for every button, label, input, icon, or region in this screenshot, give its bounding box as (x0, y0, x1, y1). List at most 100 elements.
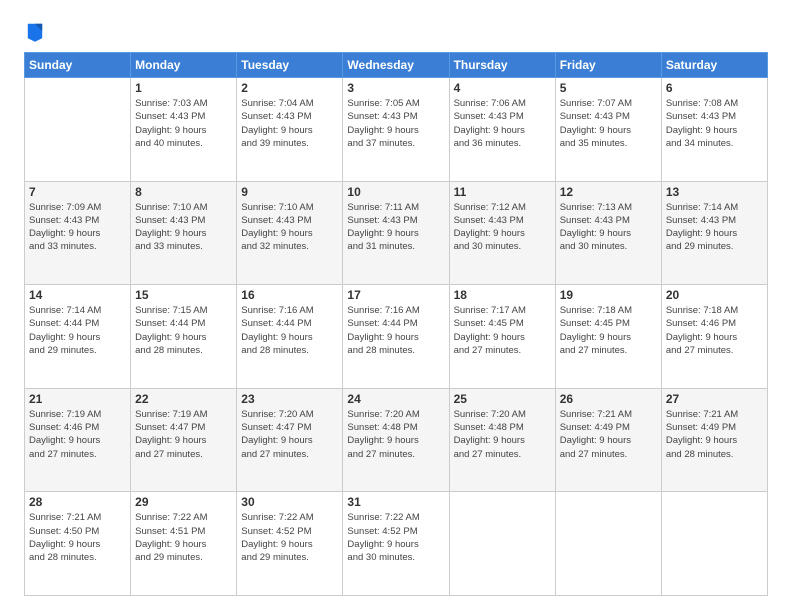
calendar-day-cell: 4 Sunrise: 7:06 AM Sunset: 4:43 PM Daylig… (449, 78, 555, 182)
calendar-day-cell: 17Sunrise: 7:16 AM Sunset: 4:44 PM Dayli… (343, 285, 449, 389)
day-info: Sunrise: 7:10 AM Sunset: 4:43 PM Dayligh… (241, 201, 338, 254)
day-number: 27 (666, 392, 763, 406)
day-info: Sunrise: 7:06 AM Sunset: 4:43 PM Dayligh… (454, 97, 551, 150)
calendar-day-header: Thursday (449, 53, 555, 78)
day-number: 16 (241, 288, 338, 302)
day-number: 31 (347, 495, 444, 509)
day-info: Sunrise: 7:18 AM Sunset: 4:45 PM Dayligh… (560, 304, 657, 357)
day-info: Sunrise: 7:14 AM Sunset: 4:43 PM Dayligh… (666, 201, 763, 254)
calendar-day-cell: 5 Sunrise: 7:07 AM Sunset: 4:43 PM Daylig… (555, 78, 661, 182)
day-info: Sunrise: 7:03 AM Sunset: 4:43 PM Dayligh… (135, 97, 232, 150)
calendar-day-header: Wednesday (343, 53, 449, 78)
calendar-day-cell: 22 Sunrise: 7:19 AM Sunset: 4:47 PM Dayli… (131, 388, 237, 492)
day-info: Sunrise: 7:21 AM Sunset: 4:49 PM Dayligh… (560, 408, 657, 461)
calendar-day-cell: 27 Sunrise: 7:21 AM Sunset: 4:49 PM Dayli… (661, 388, 767, 492)
calendar-table: SundayMondayTuesdayWednesdayThursdayFrid… (24, 52, 768, 596)
day-info: Sunrise: 7:07 AM Sunset: 4:43 PM Dayligh… (560, 97, 657, 150)
day-number: 10 (347, 185, 444, 199)
day-number: 28 (29, 495, 126, 509)
day-number: 7 (29, 185, 126, 199)
calendar-day-cell (661, 492, 767, 596)
calendar-day-cell: 12Sunrise: 7:13 AM Sunset: 4:43 PM Dayli… (555, 181, 661, 285)
day-info: Sunrise: 7:12 AM Sunset: 4:43 PM Dayligh… (454, 201, 551, 254)
calendar-day-cell: 9 Sunrise: 7:10 AM Sunset: 4:43 PM Daylig… (237, 181, 343, 285)
day-info: Sunrise: 7:19 AM Sunset: 4:47 PM Dayligh… (135, 408, 232, 461)
day-number: 11 (454, 185, 551, 199)
logo-icon (26, 20, 44, 42)
day-info: Sunrise: 7:10 AM Sunset: 4:43 PM Dayligh… (135, 201, 232, 254)
day-number: 23 (241, 392, 338, 406)
day-info: Sunrise: 7:19 AM Sunset: 4:46 PM Dayligh… (29, 408, 126, 461)
calendar-week-row: 21Sunrise: 7:19 AM Sunset: 4:46 PM Dayli… (25, 388, 768, 492)
calendar-week-row: 7 Sunrise: 7:09 AM Sunset: 4:43 PM Daylig… (25, 181, 768, 285)
calendar-day-cell: 25 Sunrise: 7:20 AM Sunset: 4:48 PM Dayli… (449, 388, 555, 492)
day-number: 14 (29, 288, 126, 302)
day-info: Sunrise: 7:05 AM Sunset: 4:43 PM Dayligh… (347, 97, 444, 150)
logo (24, 20, 48, 42)
day-number: 13 (666, 185, 763, 199)
calendar-day-cell: 15 Sunrise: 7:15 AM Sunset: 4:44 PM Dayli… (131, 285, 237, 389)
day-info: Sunrise: 7:17 AM Sunset: 4:45 PM Dayligh… (454, 304, 551, 357)
calendar-day-cell: 13 Sunrise: 7:14 AM Sunset: 4:43 PM Dayli… (661, 181, 767, 285)
day-info: Sunrise: 7:22 AM Sunset: 4:51 PM Dayligh… (135, 511, 232, 564)
day-info: Sunrise: 7:14 AM Sunset: 4:44 PM Dayligh… (29, 304, 126, 357)
calendar-day-cell: 24Sunrise: 7:20 AM Sunset: 4:48 PM Dayli… (343, 388, 449, 492)
day-info: Sunrise: 7:08 AM Sunset: 4:43 PM Dayligh… (666, 97, 763, 150)
calendar-day-cell: 7 Sunrise: 7:09 AM Sunset: 4:43 PM Daylig… (25, 181, 131, 285)
calendar-week-row: 1Sunrise: 7:03 AM Sunset: 4:43 PM Daylig… (25, 78, 768, 182)
day-number: 22 (135, 392, 232, 406)
day-number: 24 (347, 392, 444, 406)
header (24, 20, 768, 42)
calendar-day-header: Saturday (661, 53, 767, 78)
calendar-day-cell: 3 Sunrise: 7:05 AM Sunset: 4:43 PM Daylig… (343, 78, 449, 182)
day-number: 9 (241, 185, 338, 199)
day-number: 20 (666, 288, 763, 302)
day-number: 8 (135, 185, 232, 199)
day-number: 3 (347, 81, 444, 95)
calendar-day-cell: 18 Sunrise: 7:17 AM Sunset: 4:45 PM Dayli… (449, 285, 555, 389)
day-number: 4 (454, 81, 551, 95)
day-info: Sunrise: 7:18 AM Sunset: 4:46 PM Dayligh… (666, 304, 763, 357)
day-info: Sunrise: 7:20 AM Sunset: 4:47 PM Dayligh… (241, 408, 338, 461)
calendar-day-cell: 11 Sunrise: 7:12 AM Sunset: 4:43 PM Dayli… (449, 181, 555, 285)
calendar-day-cell: 30 Sunrise: 7:22 AM Sunset: 4:52 PM Dayli… (237, 492, 343, 596)
calendar-day-cell: 10Sunrise: 7:11 AM Sunset: 4:43 PM Dayli… (343, 181, 449, 285)
calendar-day-cell: 20 Sunrise: 7:18 AM Sunset: 4:46 PM Dayli… (661, 285, 767, 389)
day-info: Sunrise: 7:22 AM Sunset: 4:52 PM Dayligh… (347, 511, 444, 564)
day-number: 5 (560, 81, 657, 95)
calendar-day-cell: 6 Sunrise: 7:08 AM Sunset: 4:43 PM Daylig… (661, 78, 767, 182)
day-info: Sunrise: 7:16 AM Sunset: 4:44 PM Dayligh… (241, 304, 338, 357)
calendar-day-cell: 28Sunrise: 7:21 AM Sunset: 4:50 PM Dayli… (25, 492, 131, 596)
day-info: Sunrise: 7:21 AM Sunset: 4:49 PM Dayligh… (666, 408, 763, 461)
day-info: Sunrise: 7:22 AM Sunset: 4:52 PM Dayligh… (241, 511, 338, 564)
calendar-day-cell: 21Sunrise: 7:19 AM Sunset: 4:46 PM Dayli… (25, 388, 131, 492)
calendar-day-header: Sunday (25, 53, 131, 78)
calendar-day-cell: 1Sunrise: 7:03 AM Sunset: 4:43 PM Daylig… (131, 78, 237, 182)
day-info: Sunrise: 7:09 AM Sunset: 4:43 PM Dayligh… (29, 201, 126, 254)
page: SundayMondayTuesdayWednesdayThursdayFrid… (0, 0, 792, 612)
calendar-day-cell (555, 492, 661, 596)
calendar-day-cell: 31 Sunrise: 7:22 AM Sunset: 4:52 PM Dayli… (343, 492, 449, 596)
calendar-day-cell: 26 Sunrise: 7:21 AM Sunset: 4:49 PM Dayli… (555, 388, 661, 492)
day-info: Sunrise: 7:13 AM Sunset: 4:43 PM Dayligh… (560, 201, 657, 254)
calendar-day-cell: 8 Sunrise: 7:10 AM Sunset: 4:43 PM Daylig… (131, 181, 237, 285)
day-number: 25 (454, 392, 551, 406)
day-number: 6 (666, 81, 763, 95)
day-number: 26 (560, 392, 657, 406)
calendar-day-cell (449, 492, 555, 596)
calendar-day-cell: 23 Sunrise: 7:20 AM Sunset: 4:47 PM Dayli… (237, 388, 343, 492)
day-number: 15 (135, 288, 232, 302)
day-number: 18 (454, 288, 551, 302)
calendar-day-cell: 29Sunrise: 7:22 AM Sunset: 4:51 PM Dayli… (131, 492, 237, 596)
calendar-day-cell: 2 Sunrise: 7:04 AM Sunset: 4:43 PM Daylig… (237, 78, 343, 182)
day-info: Sunrise: 7:20 AM Sunset: 4:48 PM Dayligh… (454, 408, 551, 461)
calendar-week-row: 28Sunrise: 7:21 AM Sunset: 4:50 PM Dayli… (25, 492, 768, 596)
day-info: Sunrise: 7:15 AM Sunset: 4:44 PM Dayligh… (135, 304, 232, 357)
day-info: Sunrise: 7:16 AM Sunset: 4:44 PM Dayligh… (347, 304, 444, 357)
day-info: Sunrise: 7:04 AM Sunset: 4:43 PM Dayligh… (241, 97, 338, 150)
calendar-header-row: SundayMondayTuesdayWednesdayThursdayFrid… (25, 53, 768, 78)
day-number: 2 (241, 81, 338, 95)
day-number: 30 (241, 495, 338, 509)
calendar-day-cell: 16 Sunrise: 7:16 AM Sunset: 4:44 PM Dayli… (237, 285, 343, 389)
calendar-week-row: 14 Sunrise: 7:14 AM Sunset: 4:44 PM Dayli… (25, 285, 768, 389)
